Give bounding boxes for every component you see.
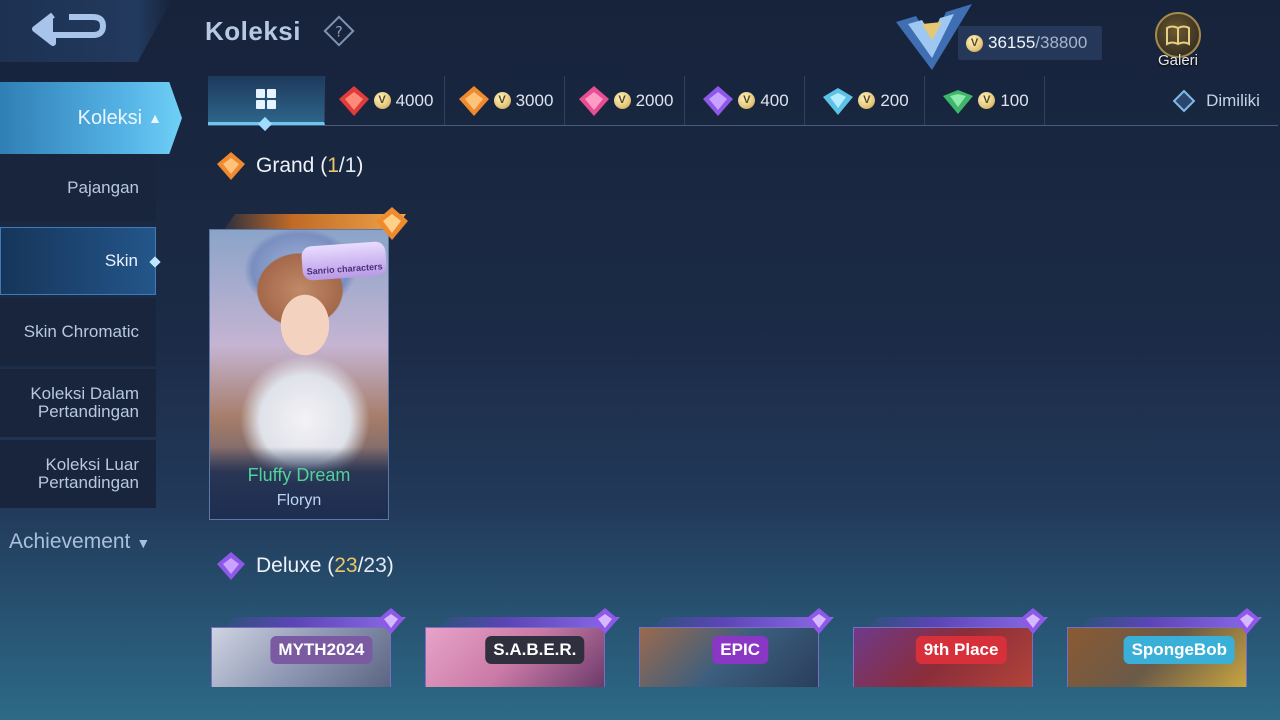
- grid-icon: [256, 89, 276, 109]
- collection-coin-icon: [966, 34, 983, 52]
- back-arrow-icon: [32, 12, 106, 46]
- skin-name: Fluffy Dream: [247, 465, 351, 485]
- pink-gem-icon: [578, 85, 609, 116]
- deluxe-skin-card-1[interactable]: MYTH2024: [211, 627, 391, 687]
- tab-label: 100: [1000, 90, 1029, 110]
- section-deluxe-header: Deluxe (23/23): [214, 549, 394, 583]
- tab-tier-2000[interactable]: 2000: [565, 76, 685, 125]
- orange-gem-icon: [376, 207, 408, 240]
- orange-gem-icon: [217, 152, 245, 180]
- deluxe-skin-card-5[interactable]: SpongeBob: [1067, 627, 1247, 687]
- owned-filter[interactable]: Dimiliki: [1158, 76, 1278, 125]
- sidebar-main-label: Koleksi: [77, 106, 143, 129]
- purple-gem-icon: [217, 552, 245, 580]
- section-name: Deluxe: [256, 554, 322, 577]
- gallery-button[interactable]: Galeri: [1148, 12, 1208, 72]
- achievement-label: Achievement: [9, 530, 131, 553]
- owned-label: Dimiliki: [1206, 90, 1260, 110]
- tab-tier-100[interactable]: 100: [925, 76, 1045, 125]
- sidebar-item-label: Skin: [104, 251, 138, 270]
- section-grand-header: Grand (1/1): [214, 149, 363, 183]
- tab-label: 200: [880, 90, 909, 110]
- green-gem-icon: [943, 89, 974, 114]
- card-footer: Fluffy Dream Floryn: [210, 447, 388, 519]
- section-owned-count: 23: [334, 554, 358, 577]
- sidebar-item-skin[interactable]: Skin: [0, 227, 156, 295]
- coin-icon: [373, 92, 391, 109]
- coin-icon: [858, 92, 876, 109]
- sidebar-item-label: Pajangan: [67, 178, 139, 197]
- sidebar-item-label: Koleksi Luar Pertandingan: [37, 455, 139, 492]
- tab-all[interactable]: [208, 76, 325, 125]
- skin-card-fluffy-dream[interactable]: Sanrio characters Fluffy Dream Floryn: [209, 229, 389, 520]
- section-owned-count: 1: [327, 154, 339, 177]
- page-title: Koleksi: [205, 16, 301, 46]
- collection-points: 36155/38800: [958, 26, 1102, 60]
- deluxe-skin-card-4[interactable]: 9th Place: [853, 627, 1033, 687]
- red-gem-icon: [338, 85, 369, 116]
- tab-label: 400: [760, 90, 789, 110]
- orange-gem-icon: [458, 85, 489, 116]
- coin-icon: [738, 92, 756, 109]
- deluxe-skin-card-3[interactable]: EPIC: [639, 627, 819, 687]
- sidebar-item-pajangan[interactable]: Pajangan: [0, 154, 156, 222]
- deluxe-skin-card-2[interactable]: S.A.B.E.R.: [425, 627, 605, 687]
- tab-label: 2000: [635, 90, 674, 110]
- collab-logo: Sanrio characters: [300, 241, 388, 281]
- coin-icon: [978, 92, 996, 109]
- skin-logo: MYTH2024: [270, 636, 373, 664]
- tab-label: 4000: [395, 90, 434, 110]
- purple-gem-icon: [1234, 608, 1260, 634]
- purple-gem-icon: [378, 608, 404, 634]
- skin-logo: SpongeBob: [1123, 636, 1235, 664]
- points-total: 38800: [1040, 33, 1088, 52]
- purple-gem-icon: [592, 608, 618, 634]
- tab-label: 3000: [515, 90, 554, 110]
- section-name: Grand: [256, 154, 315, 177]
- sidebar-item-skin-chromatic[interactable]: Skin Chromatic: [0, 298, 156, 366]
- owned-checkbox-icon: [1172, 89, 1196, 112]
- sidebar-koleksi[interactable]: Koleksi ▲: [0, 82, 182, 154]
- tab-tier-200[interactable]: 200: [805, 76, 925, 125]
- sidebar-item-koleksi-luar[interactable]: Koleksi Luar Pertandingan: [0, 440, 156, 508]
- purple-gem-icon: [703, 85, 734, 116]
- purple-gem-icon: [1020, 608, 1046, 634]
- cyan-gem-icon: [823, 87, 854, 115]
- tab-tier-3000[interactable]: 3000: [445, 76, 565, 125]
- chevron-up-icon: ▲: [148, 110, 162, 126]
- sidebar-achievement[interactable]: Achievement ▼: [9, 530, 150, 554]
- gallery-label: Galeri: [1157, 52, 1198, 69]
- points-current: 36155: [988, 33, 1036, 52]
- chevron-down-icon: ▼: [136, 535, 151, 551]
- sidebar-item-label: Skin Chromatic: [23, 322, 139, 341]
- section-total-count: 1: [344, 154, 357, 177]
- coin-icon: [493, 92, 511, 109]
- tab-tier-400[interactable]: 400: [685, 76, 805, 125]
- back-button[interactable]: [0, 0, 172, 62]
- skin-logo: 9th Place: [915, 636, 1007, 664]
- hero-name: Floryn: [276, 492, 322, 509]
- help-icon[interactable]: ?: [323, 15, 355, 47]
- sidebar-item-label: Koleksi Dalam Pertandingan: [30, 384, 139, 421]
- skin-logo: EPIC: [712, 636, 768, 664]
- tier-tab-bar: 4000 3000 2000 400 200 100 Dimiliki: [208, 76, 1278, 126]
- sidebar-item-koleksi-dalam[interactable]: Koleksi Dalam Pertandingan: [0, 369, 156, 437]
- coin-icon: [613, 92, 631, 109]
- svg-text:?: ?: [335, 25, 342, 41]
- purple-gem-icon: [806, 608, 832, 634]
- tab-tier-4000[interactable]: 4000: [325, 76, 445, 125]
- skin-logo: S.A.B.E.R.: [485, 636, 585, 664]
- section-total-count: 23: [363, 554, 387, 577]
